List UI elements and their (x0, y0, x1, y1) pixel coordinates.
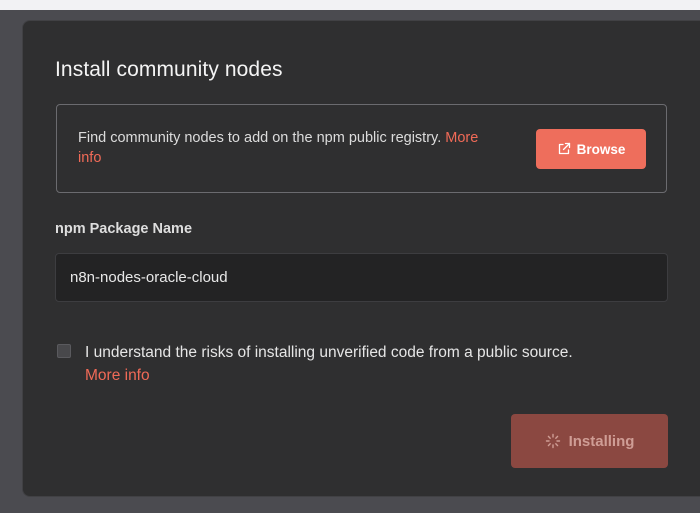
info-text: Find community nodes to add on the npm p… (78, 128, 498, 168)
dialog-title: Install community nodes (55, 58, 283, 81)
package-name-input[interactable] (55, 253, 668, 302)
package-name-label: npm Package Name (55, 221, 193, 237)
risk-consent-checkbox[interactable] (57, 344, 71, 358)
risk-consent-text: I understand the risks of installing unv… (85, 344, 573, 361)
info-description: Find community nodes to add on the npm p… (78, 130, 446, 146)
install-community-nodes-dialog: Install community nodes Find community n… (22, 20, 700, 497)
external-link-icon (558, 142, 570, 155)
browse-label: Browse (576, 141, 626, 157)
page-top-strip (0, 0, 700, 10)
browse-button[interactable]: Browse (536, 129, 646, 169)
consent-more-info-link[interactable]: More info (85, 364, 150, 387)
spinner-icon (545, 433, 560, 449)
community-nodes-info-box: Find community nodes to add on the npm p… (56, 104, 667, 193)
install-label: Installing (568, 432, 635, 450)
install-button[interactable]: Installing (511, 414, 668, 468)
